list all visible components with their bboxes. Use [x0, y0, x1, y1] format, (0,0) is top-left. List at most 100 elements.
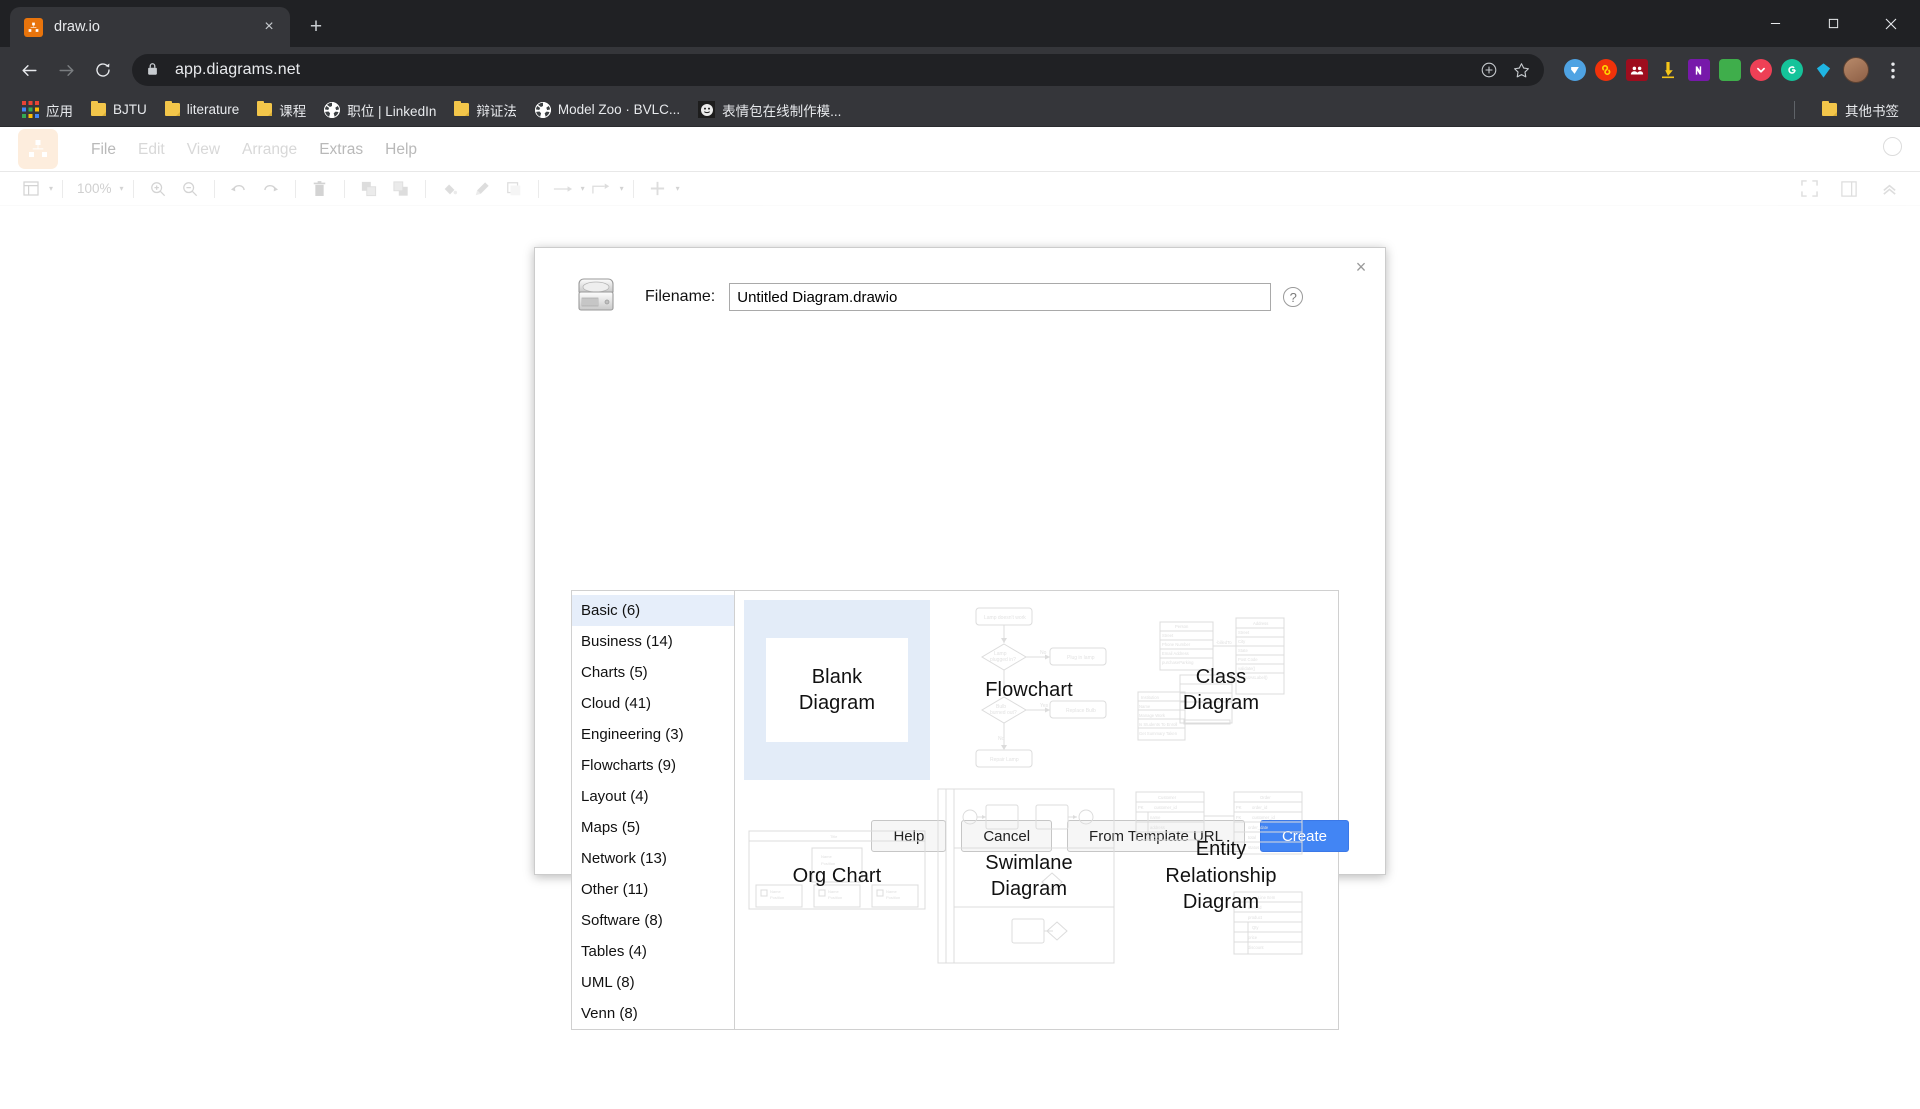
template-label: Class Diagram — [1182, 665, 1260, 714]
category-item-business[interactable]: Business (14) — [572, 626, 734, 657]
format-panel-icon[interactable] — [1834, 176, 1864, 202]
extension-onenote-icon[interactable] — [1688, 59, 1710, 81]
template-entity-relationship-diagram[interactable]: Customer PK customer_id name address phon… — [1128, 786, 1314, 966]
menu-help[interactable]: Help — [374, 127, 428, 172]
folder-icon — [257, 100, 273, 116]
other-bookmarks-button[interactable]: 其他书签 — [1813, 96, 1908, 124]
forward-arrow-icon[interactable] — [49, 53, 83, 87]
svg-text:Manage Work: Manage Work — [1139, 713, 1166, 718]
browser-window: draw.io × + app.diagrams.net 应用 BJTU lit… — [0, 0, 1920, 1109]
template-swimlane-diagram[interactable]: Lane 1 Pool Lane 2 SwimlaneDiagram — [936, 786, 1122, 966]
svg-text:No: No — [998, 736, 1005, 742]
bookmark-model-zoo[interactable]: Model Zoo · BVLC... — [526, 98, 689, 122]
category-item-charts[interactable]: Charts (5) — [572, 657, 734, 688]
template-class-diagram[interactable]: Person Street Phone Number Email Address… — [1128, 600, 1314, 780]
close-icon[interactable]: × — [258, 16, 280, 38]
close-icon[interactable]: × — [1351, 257, 1371, 277]
extension-download-icon[interactable] — [1657, 59, 1679, 81]
fill-color-icon[interactable] — [435, 176, 465, 202]
profile-avatar[interactable] — [1843, 57, 1869, 83]
globe-icon[interactable] — [1883, 137, 1902, 156]
menu-edit[interactable]: Edit — [127, 127, 176, 172]
bookmark-bjtu[interactable]: BJTU — [82, 98, 156, 121]
category-item-network[interactable]: Network (13) — [572, 843, 734, 874]
to-back-icon[interactable] — [386, 176, 416, 202]
minimize-icon[interactable] — [1746, 0, 1804, 47]
chevron-down-icon[interactable]: ▾ — [581, 184, 585, 193]
filename-input[interactable] — [729, 283, 1272, 311]
fullscreen-icon[interactable] — [1794, 176, 1824, 202]
svg-text:Person: Person — [1175, 624, 1189, 629]
toolbar-divider — [537, 179, 539, 198]
redo-icon[interactable] — [256, 176, 286, 202]
category-list[interactable]: Basic (6) Business (14) Charts (5) Cloud… — [572, 591, 735, 1029]
extension-pocket-icon[interactable] — [1750, 59, 1772, 81]
back-arrow-icon[interactable] — [12, 53, 46, 87]
collapse-icon[interactable] — [1874, 176, 1904, 202]
chevron-down-icon[interactable]: ▾ — [620, 184, 624, 193]
template-flowchart[interactable]: Lamp doesn't work Lamp plugged in? Plug i… — [936, 600, 1122, 780]
address-bar[interactable]: app.diagrams.net — [132, 54, 1544, 86]
category-item-uml[interactable]: UML (8) — [572, 967, 734, 998]
zoom-in-icon[interactable] — [143, 176, 173, 202]
chevron-down-icon[interactable]: ▾ — [676, 184, 680, 193]
category-item-venn[interactable]: Venn (8) — [572, 998, 734, 1029]
three-dot-menu-icon[interactable] — [1878, 53, 1908, 87]
menu-file[interactable]: File — [80, 127, 127, 172]
extension-blue-v-icon[interactable] — [1564, 59, 1586, 81]
menu-extras[interactable]: Extras — [308, 127, 374, 172]
shadow-icon[interactable] — [499, 176, 529, 202]
extension-grammarly-icon[interactable] — [1781, 59, 1803, 81]
svg-text:discount: discount — [1248, 945, 1264, 950]
delete-icon[interactable] — [305, 176, 335, 202]
window-controls — [1746, 0, 1920, 47]
browser-tab[interactable]: draw.io × — [10, 7, 290, 47]
svg-text:Phone Number: Phone Number — [1162, 642, 1191, 647]
maximize-icon[interactable] — [1804, 0, 1862, 47]
close-icon[interactable] — [1862, 0, 1920, 47]
bookmark-bianzhengfa[interactable]: 辩证法 — [445, 96, 526, 124]
chevron-down-icon[interactable]: ▾ — [120, 184, 124, 193]
reload-icon[interactable] — [86, 53, 120, 87]
bookmark-apps[interactable]: 应用 — [13, 96, 82, 124]
template-blank-diagram[interactable]: Blank Diagram — [744, 600, 930, 780]
category-item-cloud[interactable]: Cloud (41) — [572, 688, 734, 719]
bookmark-literature[interactable]: literature — [156, 98, 249, 121]
svg-text:Lamp doesn't work: Lamp doesn't work — [984, 615, 1026, 621]
zoom-level-label[interactable]: 100% — [72, 181, 117, 196]
category-item-tables[interactable]: Tables (4) — [572, 936, 734, 967]
extension-green-icon[interactable] — [1719, 59, 1741, 81]
category-item-flowcharts[interactable]: Flowcharts (9) — [572, 750, 734, 781]
menu-view[interactable]: View — [176, 127, 231, 172]
bookmark-linkedin[interactable]: 职位 | LinkedIn — [315, 96, 445, 124]
to-front-icon[interactable] — [354, 176, 384, 202]
chevron-down-icon[interactable]: ▾ — [49, 184, 53, 193]
undo-icon[interactable] — [224, 176, 254, 202]
line-color-icon[interactable] — [467, 176, 497, 202]
new-tab-button[interactable]: + — [300, 11, 332, 43]
extension-red-people-icon[interactable] — [1626, 59, 1648, 81]
install-app-icon[interactable] — [1476, 57, 1502, 83]
category-item-basic[interactable]: Basic (6) — [572, 595, 734, 626]
category-item-maps[interactable]: Maps (5) — [572, 812, 734, 843]
category-item-engineering[interactable]: Engineering (3) — [572, 719, 734, 750]
zoom-out-icon[interactable] — [175, 176, 205, 202]
drawio-icon — [24, 17, 43, 37]
extension-diamond-icon[interactable] — [1812, 59, 1834, 81]
svg-text:customer_id: customer_id — [1154, 805, 1177, 810]
category-item-software[interactable]: Software (8) — [572, 905, 734, 936]
menu-arrange[interactable]: Arrange — [231, 127, 308, 172]
star-icon[interactable] — [1508, 57, 1534, 83]
connection-icon[interactable] — [548, 176, 578, 202]
insert-icon[interactable] — [643, 176, 673, 202]
category-item-other[interactable]: Other (11) — [572, 874, 734, 905]
svg-text:Qty: Qty — [1252, 925, 1259, 930]
question-mark-icon[interactable]: ? — [1283, 287, 1304, 307]
extension-infinity-icon[interactable] — [1595, 59, 1617, 81]
bookmark-kecheng[interactable]: 课程 — [248, 96, 315, 124]
template-org-chart[interactable]: Title Name Position Name Position Name Posi… — [744, 786, 930, 966]
bookmark-biaoqingbao[interactable]: 表情包在线制作模... — [689, 96, 850, 124]
page-view-icon[interactable] — [16, 176, 46, 202]
waypoints-icon[interactable] — [587, 176, 617, 202]
category-item-layout[interactable]: Layout (4) — [572, 781, 734, 812]
